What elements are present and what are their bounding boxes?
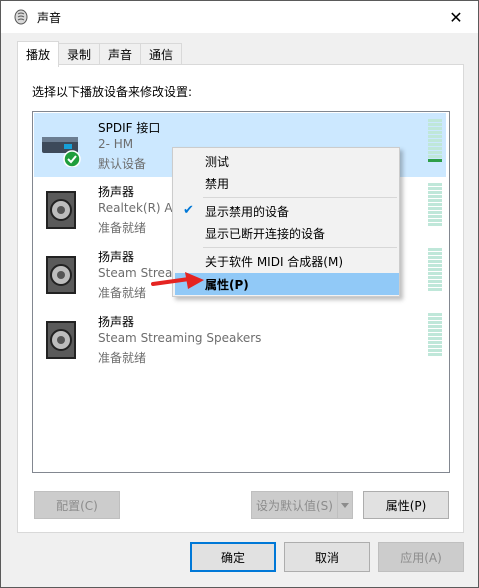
device-status: 默认设备 — [98, 157, 147, 171]
device-status: 准备就绪 — [98, 221, 147, 235]
menu-item-show-disconnected[interactable]: 显示已断开连接的设备 — [175, 222, 399, 244]
device-name: SPDIF 接口 — [98, 121, 161, 135]
title-bar: 声音 ✕ — [1, 1, 478, 33]
close-icon: ✕ — [449, 7, 463, 27]
speaker-icon — [46, 321, 76, 359]
tab-strip: 播放 录制 声音 通信 — [17, 41, 183, 67]
device-description: Steam Streaming Speakers — [98, 331, 262, 345]
volume-meter — [428, 248, 442, 292]
tab-communications[interactable]: 通信 — [140, 43, 183, 65]
sound-dialog: 声音 ✕ 播放 录制 声音 通信 选择以下播放设备来修改设置: SPDIF 接口 — [0, 0, 479, 588]
speaker-icon — [46, 191, 76, 229]
context-menu: 测试 禁用 ✔ 显示禁用的设备 显示已断开连接的设备 关于软件 MIDI 合成器… — [172, 147, 400, 297]
menu-item-label: 禁用 — [205, 176, 230, 191]
tab-sounds[interactable]: 声音 — [99, 43, 142, 65]
close-button[interactable]: ✕ — [434, 1, 478, 33]
set-default-button[interactable]: 设为默认值(S) — [251, 491, 337, 519]
sound-app-icon — [14, 9, 28, 25]
menu-item-label: 显示禁用的设备 — [205, 204, 290, 219]
ok-button[interactable]: 确定 — [190, 542, 276, 572]
device-status: 准备就绪 — [98, 351, 147, 365]
menu-separator — [203, 247, 397, 248]
device-description: Realtek(R) A — [98, 201, 173, 215]
volume-meter — [428, 119, 442, 163]
window-title: 声音 — [37, 11, 62, 25]
configure-button[interactable]: 配置(C) — [34, 491, 120, 519]
menu-separator — [203, 197, 397, 198]
instruction-text: 选择以下播放设备来修改设置: — [32, 85, 193, 99]
menu-item-label: 属性(P) — [205, 277, 249, 292]
menu-item-show-disabled[interactable]: ✔ 显示禁用的设备 — [175, 200, 399, 222]
tab-recording[interactable]: 录制 — [58, 43, 101, 65]
device-status: 准备就绪 — [98, 286, 147, 300]
volume-meter — [428, 183, 442, 227]
red-arrow-icon — [151, 272, 204, 289]
playback-panel: 选择以下播放设备来修改设置: SPDIF 接口 2- HM 默认设备 扬声器 R… — [17, 64, 464, 533]
device-item-steam-2[interactable]: 扬声器 Steam Streaming Speakers 准备就绪 — [34, 307, 446, 371]
device-name: 扬声器 — [98, 315, 135, 329]
menu-item-label: 关于软件 MIDI 合成器(M) — [205, 254, 344, 269]
device-description: 2- HM — [98, 137, 134, 151]
menu-item-properties[interactable]: 属性(P) — [175, 273, 399, 295]
chevron-down-icon — [341, 502, 349, 508]
tab-playback[interactable]: 播放 — [17, 41, 60, 67]
apply-button[interactable]: 应用(A) — [378, 542, 464, 572]
set-default-dropdown[interactable] — [337, 491, 353, 519]
device-name: 扬声器 — [98, 185, 135, 199]
spdif-icon — [42, 137, 81, 167]
menu-item-label: 显示已断开连接的设备 — [205, 226, 326, 241]
check-icon: ✔ — [183, 203, 194, 218]
speaker-icon — [46, 256, 76, 294]
volume-meter — [428, 313, 442, 357]
menu-item-label: 测试 — [205, 154, 230, 169]
properties-button[interactable]: 属性(P) — [363, 491, 449, 519]
device-name: 扬声器 — [98, 250, 135, 264]
menu-item-test[interactable]: 测试 — [175, 150, 399, 172]
menu-item-about-midi[interactable]: 关于软件 MIDI 合成器(M) — [175, 250, 399, 272]
cancel-button[interactable]: 取消 — [284, 542, 370, 572]
menu-item-disable[interactable]: 禁用 — [175, 172, 399, 194]
